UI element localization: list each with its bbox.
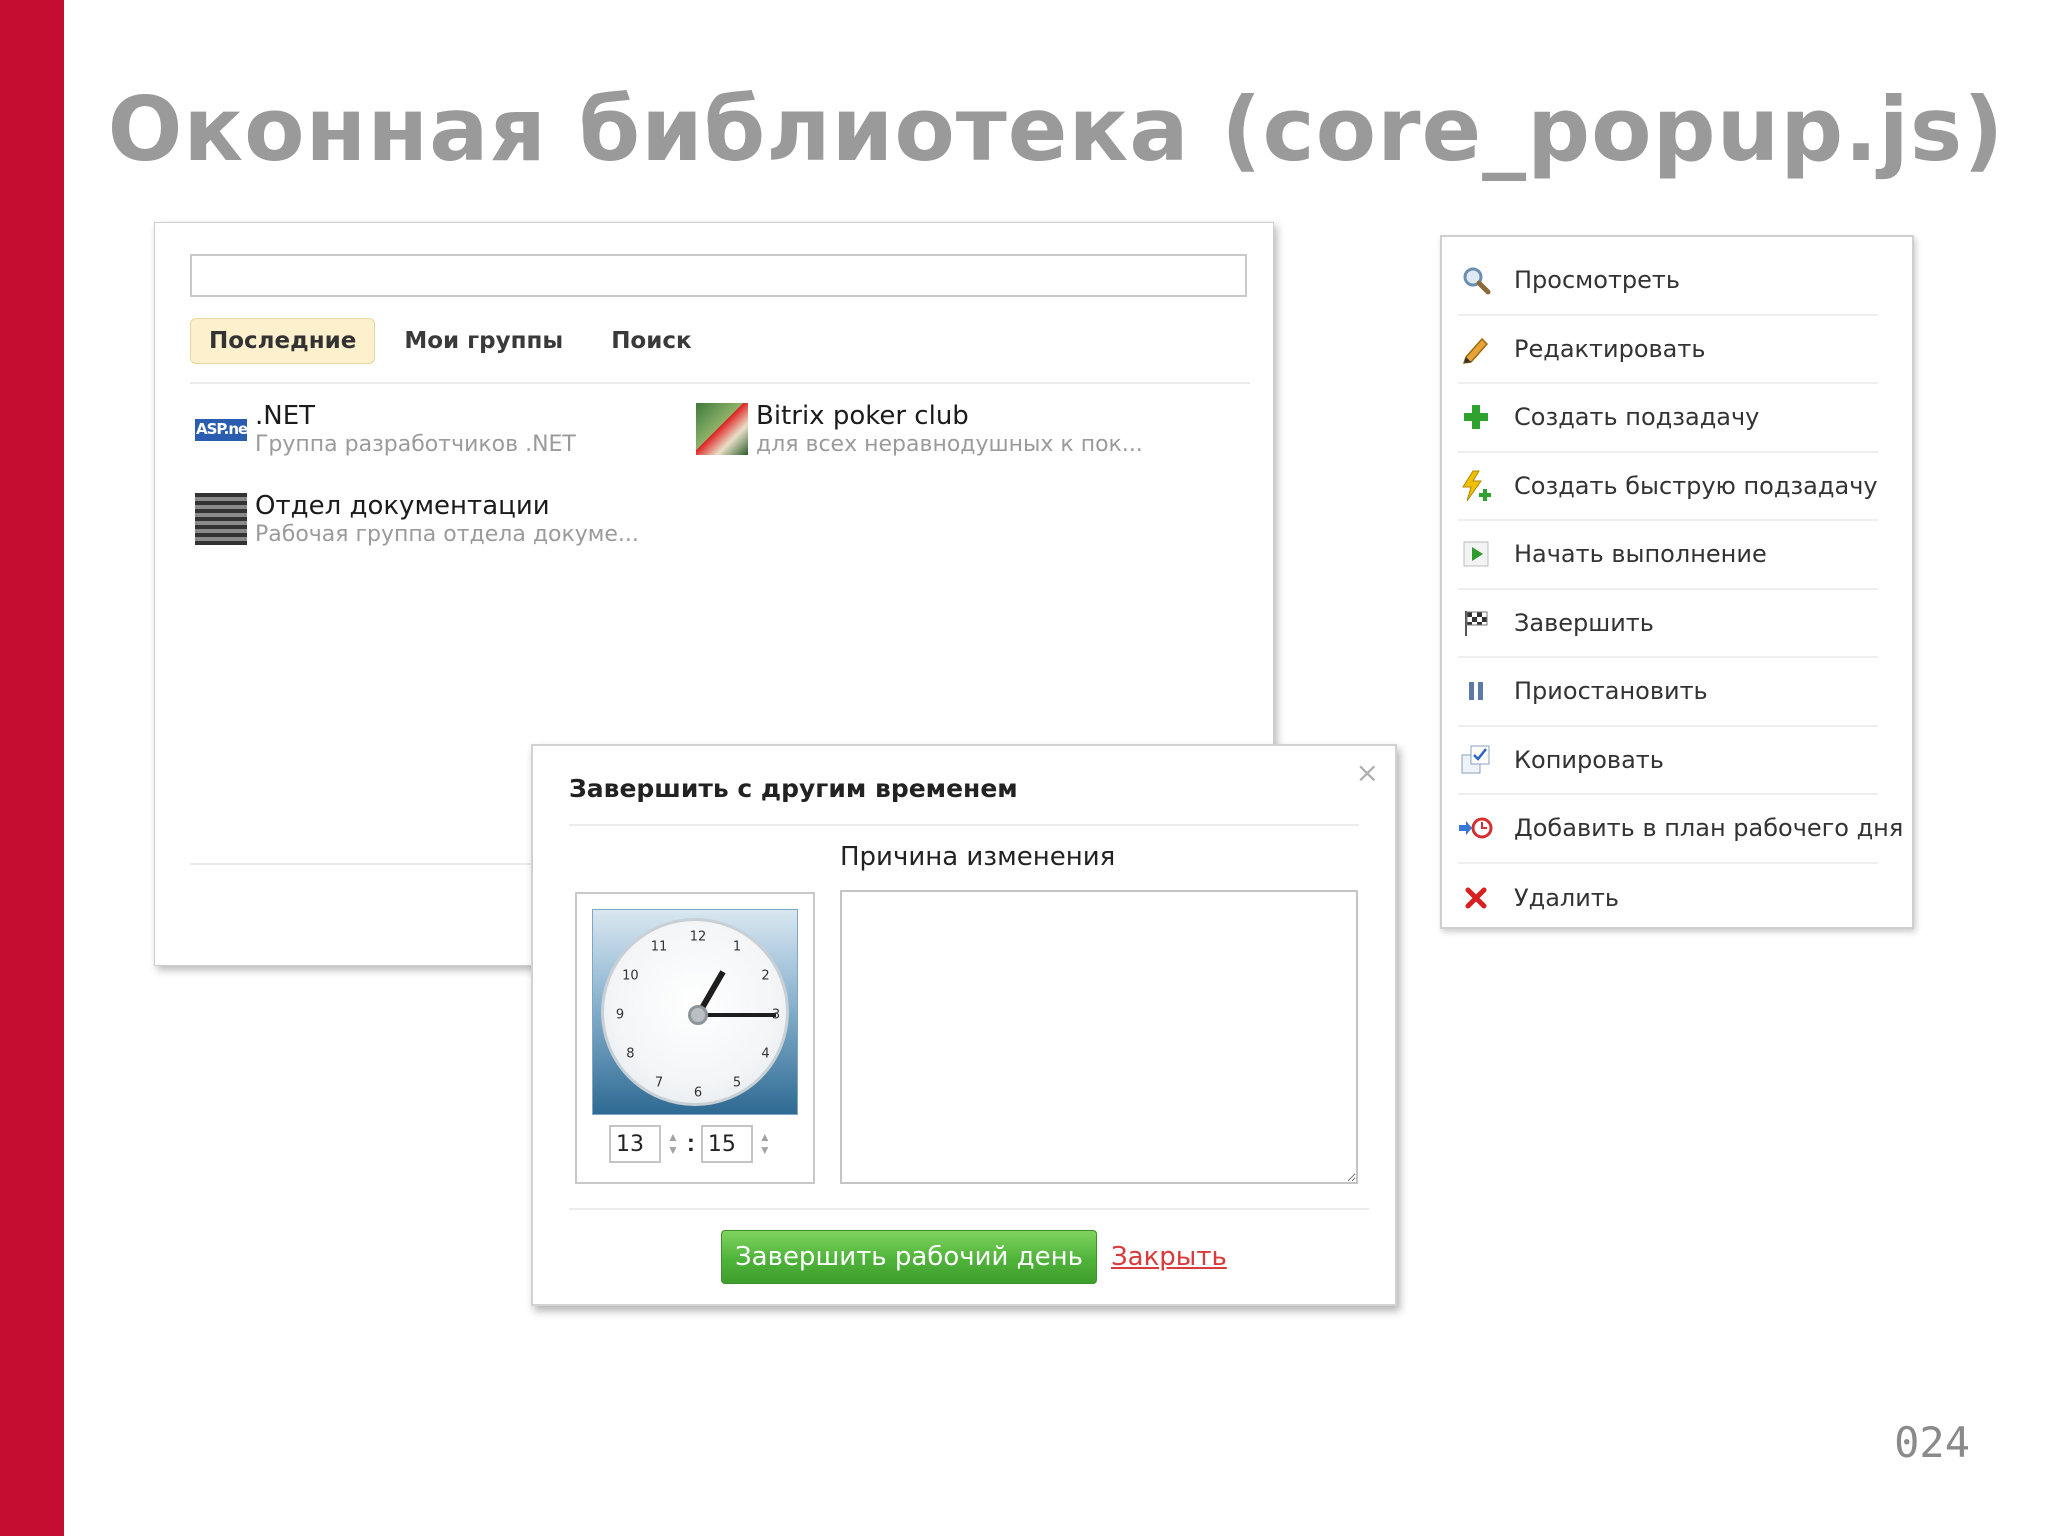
task-context-menu: Просмотреть Редактировать Создать подзад… [1440,235,1914,929]
pencil-icon [1458,331,1494,367]
copy-icon [1458,742,1494,778]
group-name: Отдел документации [255,491,550,521]
typewriter-avatar-icon [195,493,247,545]
group-tabs: Последние Мои группы Поиск [190,318,721,364]
menu-item-add-to-plan[interactable]: Добавить в план рабочего дня [1458,795,1903,864]
clock-center [688,1005,708,1025]
hour-input[interactable] [609,1125,661,1163]
time-inputs: ▲▼ : ▲▼ [609,1125,777,1163]
menu-item-view[interactable]: Просмотреть [1458,247,1878,316]
menu-item-edit[interactable]: Редактировать [1458,316,1878,384]
poker-avatar-icon [696,403,748,455]
delete-x-icon [1458,880,1494,916]
clock-numeral: 11 [650,939,668,955]
tab-search[interactable]: Поиск [592,318,710,364]
divider [569,824,1359,826]
group-description: для всех неравнодушных к пок... [756,432,1143,457]
checkered-flag-icon [1458,605,1494,641]
tab-my-groups[interactable]: Мои группы [385,318,582,364]
menu-item-create-subtask[interactable]: Создать подзадачу [1458,384,1878,453]
pause-icon [1458,673,1494,709]
dialog-title: Завершить с другим временем [569,774,1018,803]
clock-plus-icon [1458,810,1494,846]
group-description: Группа разработчиков .NET [255,432,576,457]
menu-item-copy[interactable]: Копировать [1458,727,1878,795]
group-description: Рабочая группа отдела докуме... [255,522,639,547]
clock-numeral: 7 [654,1075,664,1091]
clock-numeral: 6 [693,1085,703,1101]
menu-item-create-quick-subtask[interactable]: Создать быструю подзадачу [1458,453,1878,521]
reason-label: Причина изменения [840,842,1116,872]
group-item-net[interactable]: ASP.net .NET Группа разработчиков .NET [195,401,576,459]
clock-picker: 121234567891011 ▲▼ : ▲▼ [575,892,815,1184]
clock-dial: 12 1 2 3 4 5 6 7 8 9 10 11 [601,918,789,1106]
divider [569,1208,1369,1210]
clock-numeral: 5 [732,1075,742,1091]
clock-numeral: 3 [771,1007,781,1023]
menu-item-pause[interactable]: Приостановить [1458,658,1878,727]
group-item-docs[interactable]: Отдел документации Рабочая группа отдела… [195,491,639,549]
clock-numeral: 12 [689,929,707,945]
time-separator: : [686,1130,695,1157]
group-item-poker[interactable]: Bitrix poker club для всех неравнодушных… [696,401,1143,459]
menu-item-start[interactable]: Начать выполнение [1458,521,1878,590]
play-icon [1458,536,1494,572]
group-name: .NET [255,401,316,431]
plus-icon [1458,399,1494,435]
reason-textarea[interactable] [840,890,1358,1184]
clock-numeral: 2 [761,968,770,984]
clock-numeral: 8 [626,1046,635,1062]
clock-numeral: 10 [622,968,639,984]
clock-numeral: 9 [615,1007,625,1023]
magnifier-icon [1458,262,1494,298]
aspnet-logo-icon: ASP.net [195,403,247,455]
tab-recent[interactable]: Последние [190,318,376,364]
clock-numeral: 4 [761,1046,770,1062]
group-search-input[interactable] [190,254,1247,297]
slide-title: Оконная библиотека (core_popup.js) [107,78,2005,181]
hour-spinner[interactable]: ▲ ▼ [667,1131,679,1157]
finish-workday-button[interactable]: Завершить рабочий день [721,1230,1097,1284]
clock-numeral: 1 [732,939,742,955]
menu-item-complete[interactable]: Завершить [1458,590,1878,658]
group-name: Bitrix poker club [756,401,969,431]
finish-time-dialog: Завершить с другим временем × 12 1 2 3 4 5 6 7 8… [531,744,1397,1306]
accent-bar [0,0,64,1536]
minute-hand [698,1013,776,1017]
minute-input[interactable] [700,1125,753,1163]
lightning-plus-icon [1458,468,1494,504]
minute-spinner[interactable]: ▲ ▼ [759,1131,771,1157]
clock-icon[interactable]: 12 1 2 3 4 5 6 7 8 9 10 11 [592,909,798,1115]
menu-item-delete[interactable]: Удалить [1458,864,1878,933]
close-link[interactable]: Закрыть [1111,1242,1227,1272]
close-icon[interactable]: × [1356,756,1379,789]
divider [190,382,1250,384]
slide-number: 024 [1894,1418,1970,1467]
